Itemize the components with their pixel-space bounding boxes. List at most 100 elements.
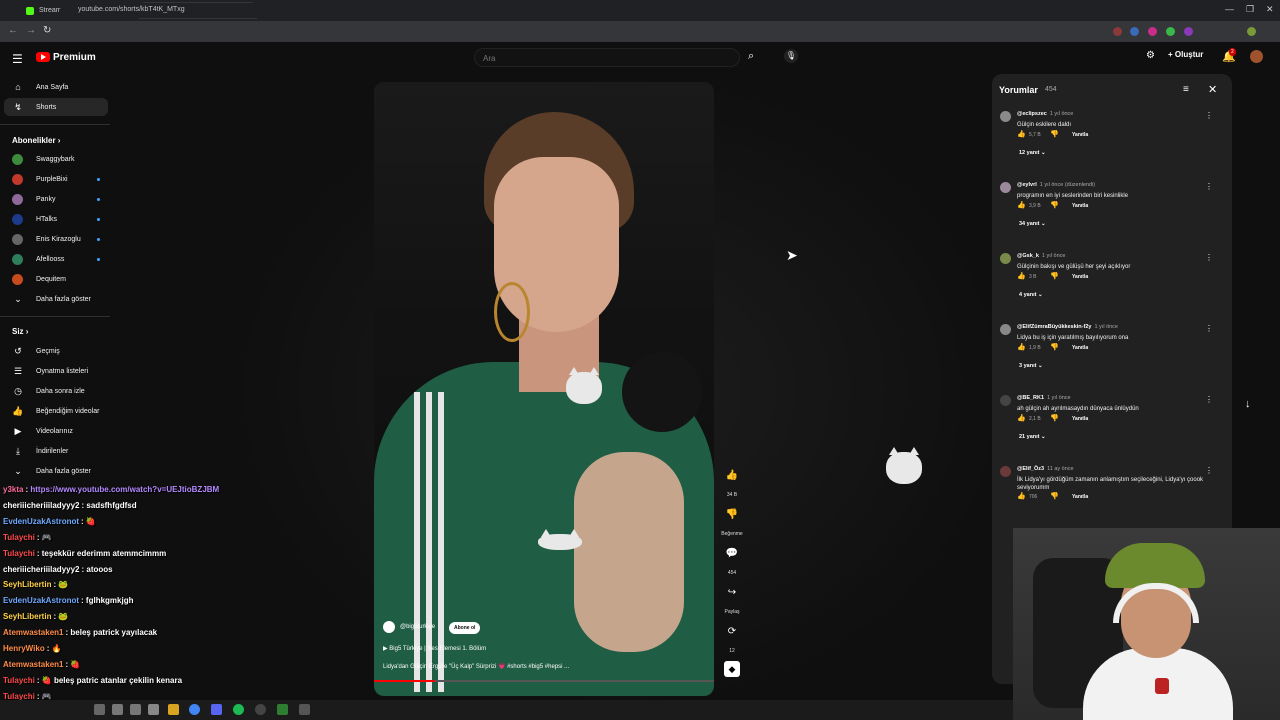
cast-icon[interactable]: ⚙ (1146, 50, 1155, 61)
show-more-button[interactable]: ⌄ Daha fazla göster (0, 290, 108, 308)
taskbar-app-icon[interactable] (299, 704, 310, 715)
video-title[interactable]: Lidya'dan Gülçin Ergül'e "Üç Kalp" Sürpr… (383, 663, 569, 670)
comment-avatar[interactable] (1000, 253, 1011, 264)
spotify-icon[interactable] (233, 704, 244, 715)
sidebar-item-you[interactable]: 👍 Beğendiğim videolar (0, 402, 108, 420)
dislike-icon[interactable]: 👎 (1050, 414, 1059, 422)
sidebar-item-you[interactable]: ◷ Daha sonra izle (0, 382, 108, 400)
sidebar-item-you[interactable]: ↺ Geçmiş (0, 342, 108, 360)
video-channel[interactable]: @big5turkiye (383, 621, 435, 633)
close-window-icon[interactable]: ✕ (1266, 4, 1274, 15)
comment-author[interactable]: @Elif_Öz3 11 ay önce (1017, 466, 1074, 472)
show-replies-button[interactable]: 34 yanıt ⌄ (1019, 221, 1046, 227)
comment-icon[interactable]: 💬 (722, 548, 742, 559)
comment-author[interactable]: @eylvrl 1 yıl önce (düzenlendi) (1017, 182, 1095, 188)
show-replies-button[interactable]: 4 yanıt ⌄ (1019, 292, 1043, 298)
chrome-icon[interactable] (189, 704, 200, 715)
video-progress-bar[interactable] (374, 680, 714, 682)
obs-icon[interactable] (255, 704, 266, 715)
video-playlist[interactable]: ▶ Big5 Türkiye | Ses Elemesi 1. Bölüm (383, 645, 486, 652)
share-icon[interactable]: ↪ (722, 587, 742, 598)
comment-avatar[interactable] (1000, 111, 1011, 122)
forward-icon[interactable]: → (26, 25, 36, 36)
search-icon[interactable]: ⌕ (748, 50, 754, 63)
dislike-icon[interactable]: 👎 (1050, 201, 1059, 209)
taskbar-app-icon[interactable] (130, 704, 141, 715)
extension-icon[interactable] (1166, 27, 1175, 36)
maximize-icon[interactable]: ❐ (1246, 4, 1254, 15)
like-icon[interactable]: 👍 (1017, 272, 1026, 280)
shorts-video-player[interactable] (374, 82, 714, 696)
taskbar-app-icon[interactable] (277, 704, 288, 715)
sidebar-item-subscription[interactable]: Enis Kirazoglu (0, 230, 108, 248)
back-icon[interactable]: ← (8, 25, 18, 36)
avatar[interactable] (1250, 50, 1263, 63)
reload-icon[interactable]: ↻ (43, 25, 51, 36)
show-replies-button[interactable]: 3 yanıt ⌄ (1019, 363, 1043, 369)
remix-thumbnail[interactable]: ◆ (724, 661, 740, 677)
remix-icon[interactable]: ⟳ (722, 626, 742, 637)
dislike-icon[interactable]: 👎 (1050, 272, 1059, 280)
reply-button[interactable]: Yanıtla (1072, 345, 1088, 351)
more-vert-icon[interactable]: ⋮ (1205, 466, 1213, 475)
profile-icon[interactable] (1247, 27, 1256, 36)
microphone-icon[interactable]: 🎙 (784, 49, 798, 63)
taskbar-app-icon[interactable] (148, 704, 159, 715)
more-vert-icon[interactable]: ⋮ (1205, 324, 1213, 333)
more-vert-icon[interactable]: ⋮ (1205, 182, 1213, 191)
sidebar-item-home[interactable]: ⌂ Ana Sayfa (0, 78, 108, 96)
dislike-icon[interactable]: 👎 (722, 509, 742, 520)
more-vert-icon[interactable]: ⋮ (1205, 253, 1213, 262)
taskbar-app-icon[interactable] (112, 704, 123, 715)
sidebar-item-subscription[interactable]: Swaggybark (0, 150, 108, 168)
more-vert-icon[interactable]: ⋮ (1205, 395, 1213, 404)
brand-label[interactable]: Premium (53, 52, 96, 63)
sort-icon[interactable]: ≡ (1183, 84, 1189, 95)
dislike-icon[interactable]: 👎 (1050, 343, 1059, 351)
show-replies-button[interactable]: 21 yanıt ⌄ (1019, 434, 1046, 440)
reply-button[interactable]: Yanıtla (1072, 274, 1088, 280)
like-icon[interactable]: 👍 (1017, 414, 1026, 422)
sidebar-item-you[interactable]: ▶ Videolarınız (0, 422, 108, 440)
sidebar-item-you[interactable]: ⌄ Daha fazla göster (0, 462, 108, 480)
comment-avatar[interactable] (1000, 324, 1011, 335)
subscriptions-heading[interactable]: Abonelikler › (12, 136, 60, 145)
subscribe-button[interactable]: Abone ol (449, 622, 481, 634)
more-vert-icon[interactable]: ⋮ (1205, 111, 1213, 120)
hamburger-menu-icon[interactable]: ☰ (12, 52, 23, 66)
sidebar-item-subscription[interactable]: Dequitem (0, 270, 108, 288)
comment-author[interactable]: @BE_RK1 1 yıl önce (1017, 395, 1071, 401)
arrow-down-icon[interactable]: ↓ (1245, 398, 1251, 410)
sidebar-item-subscription[interactable]: Afellooss (0, 250, 108, 268)
like-icon[interactable]: 👍 (1017, 343, 1026, 351)
extension-icon[interactable] (1184, 27, 1193, 36)
taskbar-app-icon[interactable] (94, 704, 105, 715)
sidebar-item-shorts[interactable]: ↯ Shorts (4, 98, 108, 116)
comment-author[interactable]: @ElifZümraBüyükkeskin-f2y 1 yıl önce (1017, 324, 1118, 330)
you-heading[interactable]: Siz › (12, 327, 28, 336)
minimize-icon[interactable]: — (1225, 4, 1234, 14)
extension-icon[interactable] (1130, 27, 1139, 36)
dislike-icon[interactable]: 👎 (1050, 492, 1059, 500)
comment-avatar[interactable] (1000, 182, 1011, 193)
extension-icon[interactable] (1113, 27, 1122, 36)
folder-icon[interactable] (168, 704, 179, 715)
comment-avatar[interactable] (1000, 466, 1011, 477)
like-icon[interactable]: 👍 (722, 470, 742, 481)
sidebar-item-you[interactable]: ⤓ İndirilenler (0, 442, 108, 460)
sidebar-item-subscription[interactable]: HTalks (0, 210, 108, 228)
comment-author[interactable]: @eclipszec 1 yıl önce (1017, 111, 1073, 117)
close-icon[interactable]: ✕ (1208, 83, 1217, 96)
reply-button[interactable]: Yanıtla (1072, 494, 1088, 500)
create-button[interactable]: + Oluştur (1168, 50, 1203, 59)
youtube-logo-icon[interactable] (36, 52, 50, 62)
discord-icon[interactable] (211, 704, 222, 715)
comment-author[interactable]: @Gsk_k 1 yıl önce (1017, 253, 1065, 259)
reply-button[interactable]: Yanıtla (1072, 416, 1088, 422)
comment-avatar[interactable] (1000, 395, 1011, 406)
reply-button[interactable]: Yanıtla (1072, 203, 1088, 209)
like-icon[interactable]: 👍 (1017, 492, 1026, 500)
sidebar-item-subscription[interactable]: Panky (0, 190, 108, 208)
sidebar-item-you[interactable]: ☰ Oynatma listeleri (0, 362, 108, 380)
show-replies-button[interactable]: 12 yanıt ⌄ (1019, 150, 1046, 156)
